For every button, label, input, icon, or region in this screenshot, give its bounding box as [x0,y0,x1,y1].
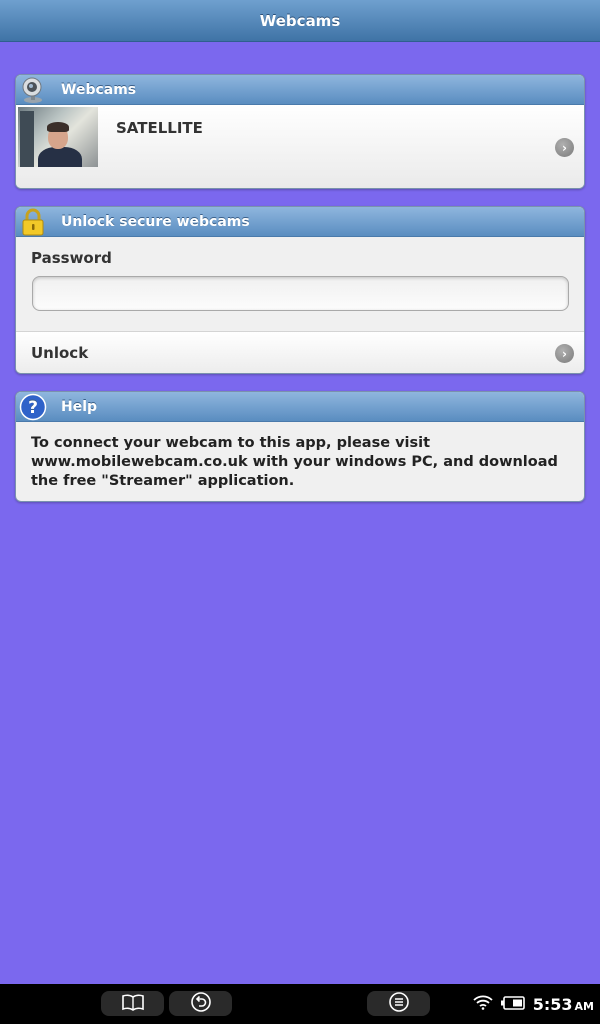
webcam-icon [18,75,48,105]
status-clock: 5:53 AM [533,995,594,1014]
book-button[interactable] [101,991,164,1016]
status-area[interactable]: 5:53 AM [473,984,594,1024]
back-button[interactable] [169,991,232,1016]
unlock-button[interactable]: Unlock › [16,331,584,373]
menu-button[interactable] [367,991,430,1016]
unlock-panel: Unlock secure webcams Password Unlock › [15,206,585,374]
help-text: To connect your webcam to this app, plea… [31,435,558,489]
clock-time: 5:53 [532,994,573,1014]
help-icon: ? [18,392,48,422]
webcams-panel-title: Webcams [61,81,137,98]
unlock-panel-title: Unlock secure webcams [61,213,250,230]
webcam-list-item[interactable]: SATELLITE › [16,105,584,188]
lock-icon [18,207,48,237]
unlock-label: Unlock [31,344,89,362]
chevron-right-icon: › [555,344,574,363]
svg-text:?: ? [28,398,38,418]
app-title-bar: Webcams [0,0,600,42]
webcam-thumbnail [18,107,98,167]
unlock-panel-header: Unlock secure webcams [16,207,584,237]
password-label: Password [31,249,112,267]
back-icon [190,991,212,1017]
system-nav-bar: 5:53 AM [0,984,600,1024]
chevron-right-icon: › [555,138,574,157]
webcams-panel-header: Webcams [16,75,584,105]
webcam-name: SATELLITE [116,119,203,137]
clock-ampm: AM [574,999,594,1013]
wifi-icon [473,994,493,1014]
book-icon [121,993,145,1015]
help-panel-header: ? Help [16,392,584,422]
battery-icon [500,995,525,1014]
webcams-panel: Webcams SATELLITE › [15,74,585,189]
password-field[interactable] [32,276,569,311]
menu-icon [388,991,410,1017]
app-title: Webcams [259,11,341,30]
help-panel-title: Help [61,398,98,415]
help-panel: ? Help To connect your webcam to this ap… [15,391,585,502]
